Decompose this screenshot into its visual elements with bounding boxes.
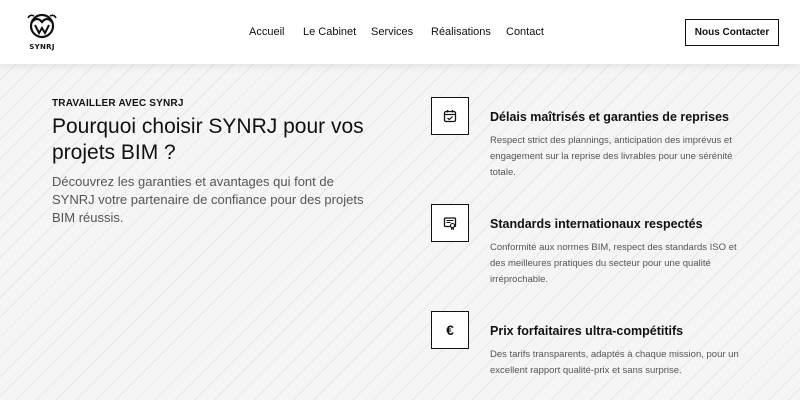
feature-1-title: Délais maîtrisés et garanties de reprise… [490,110,730,124]
feature-1-icon-box [431,97,469,135]
section-subtitle: Découvrez les garanties et avantages qui… [52,174,364,225]
feature-2-icon-box [431,204,469,242]
main-nav: Accueil Le Cabinet Services Réalisations… [0,0,800,64]
contact-button[interactable]: Nous Contacter [685,19,779,46]
certificate-icon [443,217,457,230]
feature-2-text: Conformité aux normes BIM, respect des s… [490,242,737,285]
feature-3-title: Prix forfaitaires ultra-compétitifs [490,324,684,338]
feature-3-icon-box: € [431,311,469,349]
site-header: SYNRJ Accueil Le Cabinet Services Réalis… [0,0,800,64]
nav-le-cabinet[interactable]: Le Cabinet [303,26,356,38]
feature-2-title: Standards internationaux respectés [490,217,703,231]
feature-3-text: Des tarifs transparents, adaptés à chaqu… [490,349,739,376]
euro-icon: € [446,322,454,338]
section-title: Pourquoi choisir SYNRJ pour vos projets … [52,115,364,164]
nav-accueil[interactable]: Accueil [249,26,284,38]
feature-1-text: Respect strict des plannings, anticipati… [490,135,733,178]
calendar-check-icon [443,110,457,123]
nav-services[interactable]: Services [371,26,413,38]
nav-realisations[interactable]: Réalisations [431,26,491,38]
section-eyebrow: TRAVAILLER AVEC SYNRJ [52,98,184,109]
nav-contact[interactable]: Contact [506,26,544,38]
